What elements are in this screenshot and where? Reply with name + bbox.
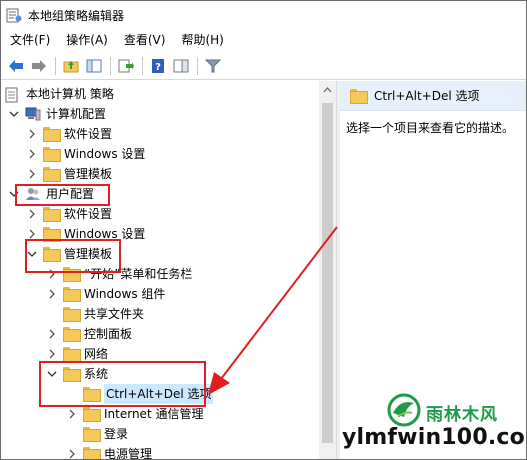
- tree-item-windows-components[interactable]: Windows 组件: [47, 284, 165, 304]
- tree-scrollbar[interactable]: [319, 81, 336, 459]
- folder-icon: [43, 127, 59, 141]
- tree-item-power-management[interactable]: 电源管理: [67, 444, 153, 460]
- filter-button[interactable]: [202, 55, 224, 77]
- folder-icon: [43, 147, 59, 161]
- tree-item-label: 管理模板: [64, 167, 113, 181]
- properties-pane-icon: [173, 59, 189, 73]
- tree-item-label: 软件设置: [64, 207, 113, 221]
- back-arrow-icon: [9, 60, 23, 72]
- tree-item-software-settings[interactable]: 软件设置: [27, 124, 112, 144]
- tree-item-root[interactable]: 本地计算机 策略: [5, 84, 114, 104]
- tree-item-label: 计算机配置: [46, 107, 107, 121]
- chevron-right-icon[interactable]: [47, 329, 57, 339]
- folder-icon: [350, 89, 368, 104]
- watermark-url-text: ylmfwin100.com: [342, 425, 526, 450]
- toolbar: ?: [1, 53, 526, 80]
- toolbar-separator: [55, 57, 56, 75]
- tree-item-label: 软件设置: [64, 127, 113, 141]
- tree-item-label: 电源管理: [104, 447, 153, 460]
- chevron-right-icon[interactable]: [47, 349, 57, 359]
- tree-item-label: 本地计算机 策略: [26, 87, 114, 101]
- tree-item-label: 控制面板: [84, 327, 133, 341]
- computer-icon: [25, 107, 41, 121]
- chevron-right-icon[interactable]: [47, 289, 57, 299]
- gpedit-window: 本地组策略编辑器 文件(F) 操作(A) 查看(V) 帮助(H) ? 本地计算机…: [0, 0, 527, 460]
- chevron-right-icon[interactable]: [27, 129, 37, 139]
- folder-icon: [83, 427, 99, 441]
- policy-document-icon: [5, 87, 21, 103]
- folder-icon: [63, 327, 79, 341]
- chevron-down-icon[interactable]: [9, 109, 19, 119]
- tree-item-label: Internet 通信管理: [104, 407, 204, 421]
- chevron-right-icon[interactable]: [27, 149, 37, 159]
- filter-funnel-icon: [205, 59, 221, 73]
- title-bar: 本地组策略编辑器: [1, 1, 526, 29]
- svg-text:?: ?: [155, 62, 161, 73]
- chevron-right-icon[interactable]: [67, 409, 77, 419]
- menu-bar: 文件(F) 操作(A) 查看(V) 帮助(H): [1, 29, 526, 51]
- gpedit-app-icon: [6, 7, 22, 23]
- menu-action[interactable]: 操作(A): [58, 29, 116, 51]
- up-folder-icon: [63, 61, 79, 73]
- tree-item-control-panel[interactable]: 控制面板: [47, 324, 132, 344]
- up-folder-button[interactable]: [60, 55, 82, 77]
- help-icon: ?: [152, 59, 164, 73]
- forward-arrow-icon: [32, 60, 46, 72]
- annotation-box-user-config: [15, 184, 110, 206]
- properties-button[interactable]: [170, 55, 192, 77]
- menu-file[interactable]: 文件(F): [1, 29, 58, 51]
- folder-icon: [83, 447, 99, 459]
- tree-item-admin-templates[interactable]: 管理模板: [27, 164, 112, 184]
- annotation-box-admin-templates: [25, 239, 121, 273]
- folder-icon: [43, 207, 59, 221]
- watermark-logo: [386, 393, 422, 427]
- show-hide-tree-button[interactable]: [83, 55, 105, 77]
- chevron-right-icon[interactable]: [27, 169, 37, 179]
- tree-item-shared-folders[interactable]: 共享文件夹: [63, 304, 144, 324]
- scroll-thumb[interactable]: [322, 103, 333, 443]
- detail-header-title: Ctrl+Alt+Del 选项: [374, 89, 480, 103]
- export-list-button[interactable]: [115, 55, 137, 77]
- tree-item-label: Windows 设置: [64, 147, 146, 161]
- forward-button[interactable]: [28, 55, 50, 77]
- console-tree-icon: [86, 59, 102, 73]
- tree-item-logon[interactable]: 登录: [83, 424, 128, 444]
- menu-help[interactable]: 帮助(H): [173, 29, 231, 51]
- menu-view[interactable]: 查看(V): [116, 29, 174, 51]
- tree-item-computer-config[interactable]: 计算机配置: [9, 104, 106, 124]
- tree-item-label: Windows 组件: [84, 287, 166, 301]
- chevron-right-icon[interactable]: [27, 229, 37, 239]
- tree-item-label: 共享文件夹: [84, 307, 145, 321]
- detail-header: Ctrl+Alt+Del 选项: [340, 81, 526, 111]
- annotation-box-system: [39, 361, 206, 407]
- help-button[interactable]: ?: [147, 55, 169, 77]
- tree-item-internet-comm[interactable]: Internet 通信管理: [67, 404, 203, 424]
- toolbar-separator: [110, 57, 111, 75]
- chevron-right-icon[interactable]: [27, 209, 37, 219]
- detail-description: 选择一个项目来查看它的描述。: [346, 121, 515, 135]
- back-button[interactable]: [5, 55, 27, 77]
- toolbar-separator: [197, 57, 198, 75]
- window-title: 本地组策略编辑器: [28, 8, 125, 23]
- chevron-right-icon[interactable]: [67, 449, 77, 459]
- tree-item-windows-settings[interactable]: Windows 设置: [27, 144, 145, 164]
- watermark-brand-text: 雨林木风: [426, 405, 498, 425]
- scroll-up-arrow-icon[interactable]: [319, 81, 336, 98]
- folder-icon: [63, 287, 79, 301]
- folder-icon: [43, 167, 59, 181]
- folder-icon: [83, 407, 99, 421]
- tree-item-label: 登录: [104, 427, 129, 441]
- tree-item-user-software-settings[interactable]: 软件设置: [27, 204, 112, 224]
- toolbar-separator: [142, 57, 143, 75]
- export-list-icon: [118, 59, 134, 73]
- folder-icon: [63, 347, 79, 361]
- folder-icon: [63, 307, 79, 321]
